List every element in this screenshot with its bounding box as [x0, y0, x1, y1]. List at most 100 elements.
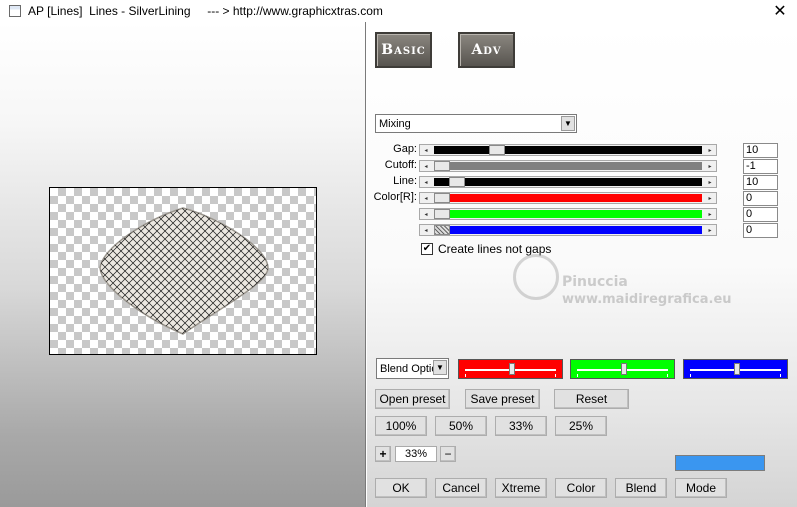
- gap-value-field[interactable]: 10: [743, 143, 778, 158]
- ok-button[interactable]: OK: [375, 478, 427, 498]
- open-preset-button[interactable]: Open preset: [375, 389, 450, 409]
- color-button[interactable]: Color: [555, 478, 607, 498]
- blend-label: Blend: [625, 481, 657, 495]
- color-g-value-field[interactable]: 0: [743, 207, 778, 222]
- tab-basic[interactable]: Basic: [375, 32, 432, 68]
- checkmark-icon: ✔: [422, 243, 432, 254]
- gap-label: Gap:: [393, 143, 417, 155]
- scroll-left-icon[interactable]: ◂: [420, 193, 432, 203]
- color-g-slider[interactable]: ◂ ▸: [419, 208, 717, 220]
- plus-icon: +: [379, 447, 387, 461]
- scroll-right-icon[interactable]: ▸: [704, 225, 716, 235]
- zoom-33-button[interactable]: 33%: [495, 416, 547, 436]
- mode-label: Mode: [685, 481, 717, 495]
- scroll-right-icon[interactable]: ▸: [704, 193, 716, 203]
- close-button[interactable]: ✕: [763, 0, 797, 22]
- reset-button[interactable]: Reset: [554, 389, 629, 409]
- color-r-value-field[interactable]: 0: [743, 191, 778, 206]
- gap-thumb[interactable]: [489, 145, 505, 155]
- color-r-slider[interactable]: ◂ ▸: [419, 192, 717, 204]
- zoom-button-label: 50%: [448, 419, 474, 433]
- reset-label: Reset: [575, 392, 608, 406]
- cancel-button[interactable]: Cancel: [435, 478, 487, 498]
- preview-image: [99, 207, 269, 335]
- color-b-value-field[interactable]: 0: [743, 223, 778, 238]
- window-title: AP [Lines] Lines - SilverLining --- > ht…: [28, 4, 383, 18]
- ok-label: OK: [392, 481, 410, 495]
- blend-options-value: Blend Optio: [380, 362, 436, 375]
- scroll-left-icon[interactable]: ◂: [420, 145, 432, 155]
- gap-track[interactable]: [434, 145, 702, 155]
- line-label: Line:: [393, 175, 417, 187]
- blend-button[interactable]: Blend: [615, 478, 667, 498]
- scroll-left-icon[interactable]: ◂: [420, 161, 432, 171]
- color-r-thumb[interactable]: [434, 193, 450, 203]
- mode-select[interactable]: Mixing ▼: [375, 114, 577, 133]
- blue-blend-slider[interactable]: [683, 359, 788, 379]
- watermark-smiley-icon: [513, 254, 559, 300]
- tab-basic-label: Basic: [381, 42, 426, 58]
- zoom-button-label: 25%: [568, 419, 594, 433]
- preview-panel: [0, 22, 366, 507]
- minus-icon: −: [444, 447, 452, 461]
- chevron-down-icon: ▼: [433, 360, 447, 375]
- chevron-down-icon: ▼: [561, 116, 575, 131]
- save-preset-label: Save preset: [470, 392, 535, 406]
- scroll-left-icon[interactable]: ◂: [420, 177, 432, 187]
- line-track[interactable]: [434, 177, 702, 187]
- color-b-slider[interactable]: ◂ ▸: [419, 224, 717, 236]
- cutoff-slider[interactable]: ◂ ▸: [419, 160, 717, 172]
- slider-knob[interactable]: [509, 363, 515, 375]
- green-blend-slider[interactable]: [570, 359, 675, 379]
- red-blend-slider[interactable]: [458, 359, 563, 379]
- open-preset-label: Open preset: [379, 392, 446, 406]
- title-bar: AP [Lines] Lines - SilverLining --- > ht…: [0, 0, 797, 22]
- tab-adv[interactable]: Adv: [458, 32, 515, 68]
- save-preset-button[interactable]: Save preset: [465, 389, 540, 409]
- slider-knob[interactable]: [621, 363, 627, 375]
- scroll-left-icon[interactable]: ◂: [420, 225, 432, 235]
- line-slider[interactable]: ◂ ▸: [419, 176, 717, 188]
- zoom-25-button[interactable]: 25%: [555, 416, 607, 436]
- tab-adv-label: Adv: [471, 42, 502, 58]
- create-lines-checkbox[interactable]: ✔: [421, 243, 433, 255]
- cutoff-value-field[interactable]: -1: [743, 159, 778, 174]
- close-icon: ✕: [773, 3, 787, 20]
- scroll-right-icon[interactable]: ▸: [704, 161, 716, 171]
- color-r-label: Color[R]:: [373, 191, 417, 203]
- gap-slider[interactable]: ◂ ▸: [419, 144, 717, 156]
- preview-canvas[interactable]: [49, 187, 317, 355]
- mode-select-value: Mixing: [379, 117, 411, 130]
- zoom-minus-button[interactable]: −: [440, 446, 456, 462]
- zoom-button-label: 33%: [508, 419, 534, 433]
- cutoff-track[interactable]: [434, 161, 702, 171]
- color-g-thumb[interactable]: [434, 209, 450, 219]
- zoom-100-button[interactable]: 100%: [375, 416, 427, 436]
- mode-button[interactable]: Mode: [675, 478, 727, 498]
- color-b-track[interactable]: [434, 225, 702, 235]
- zoom-button-label: 100%: [385, 419, 417, 433]
- zoom-value-field[interactable]: 33%: [395, 446, 437, 462]
- scroll-left-icon[interactable]: ◂: [420, 209, 432, 219]
- slider-knob[interactable]: [734, 363, 740, 375]
- color-r-track[interactable]: [434, 193, 702, 203]
- blend-options-select[interactable]: Blend Optio ▼: [376, 358, 449, 379]
- xtreme-label: Xtreme: [501, 481, 541, 495]
- output-color-swatch[interactable]: [675, 455, 765, 471]
- watermark-name: Pinuccia: [562, 274, 628, 290]
- cutoff-label: Cutoff:: [384, 159, 417, 171]
- color-label: Color: [566, 481, 596, 495]
- color-g-track[interactable]: [434, 209, 702, 219]
- scroll-right-icon[interactable]: ▸: [704, 209, 716, 219]
- cancel-label: Cancel: [442, 481, 480, 495]
- controls-panel: Basic Adv Mixing ▼ Gap: ◂ ▸ 10 Cutoff: ◂ ▸ -1 Li…: [367, 22, 797, 507]
- line-value-field[interactable]: 10: [743, 175, 778, 190]
- xtreme-button[interactable]: Xtreme: [495, 478, 547, 498]
- scroll-right-icon[interactable]: ▸: [704, 177, 716, 187]
- scroll-right-icon[interactable]: ▸: [704, 145, 716, 155]
- cutoff-thumb[interactable]: [434, 161, 450, 171]
- zoom-plus-button[interactable]: +: [375, 446, 391, 462]
- color-b-thumb[interactable]: [434, 225, 450, 235]
- line-thumb[interactable]: [449, 177, 465, 187]
- zoom-50-button[interactable]: 50%: [435, 416, 487, 436]
